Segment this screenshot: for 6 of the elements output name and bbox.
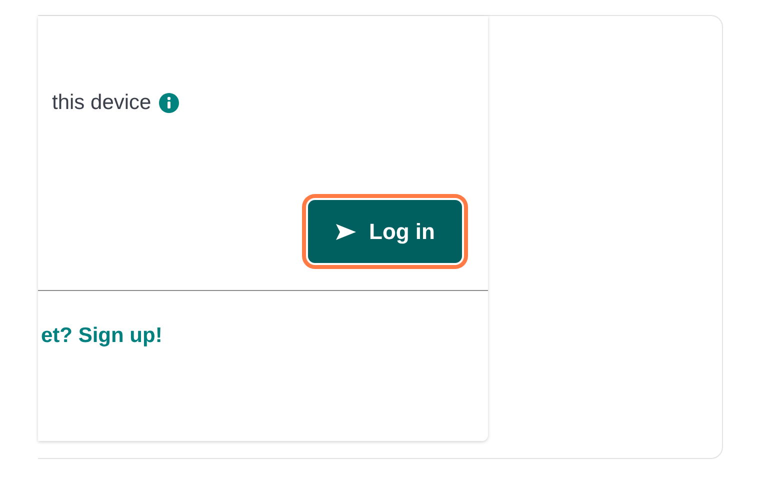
info-icon[interactable] <box>159 93 180 113</box>
login-button[interactable]: Log in <box>308 200 462 263</box>
send-icon <box>335 222 357 240</box>
remember-device-label: this device <box>52 90 152 116</box>
signup-link[interactable]: Sign up! <box>78 324 162 347</box>
signup-prompt: et? Sign up! <box>41 324 162 347</box>
